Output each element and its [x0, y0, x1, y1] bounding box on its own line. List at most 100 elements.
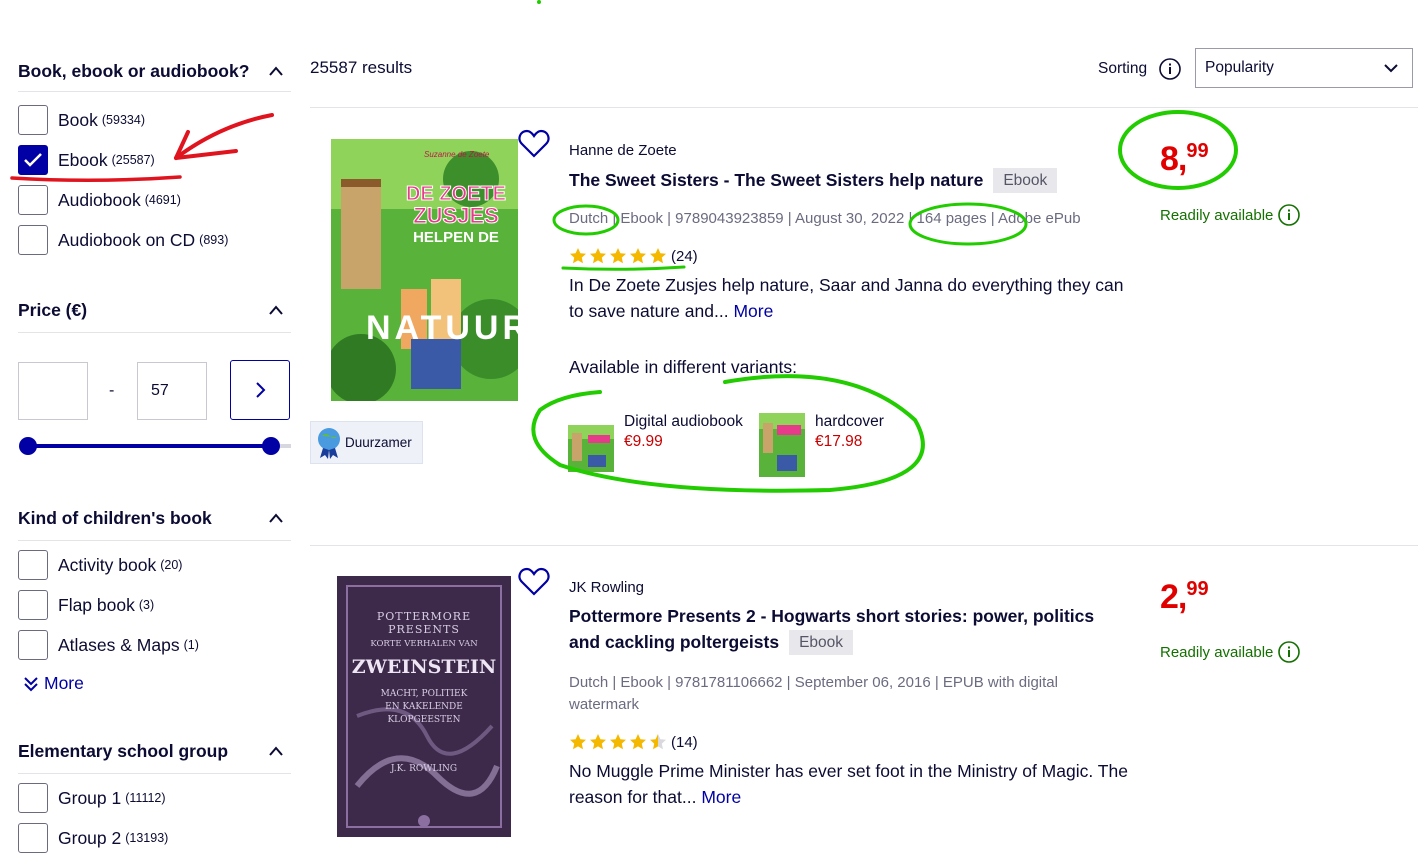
checkbox-checked[interactable]	[18, 145, 48, 175]
filter-option-audiobook-cd[interactable]: Audiobook on CD (893)	[18, 225, 228, 255]
chevron-up-icon[interactable]	[269, 512, 283, 526]
filter-option-ebook[interactable]: Ebook (25587)	[18, 145, 155, 175]
filter-option-activity-book[interactable]: Activity book (20)	[18, 550, 182, 580]
product-author[interactable]: Hanne de Zoete	[569, 142, 677, 159]
price-min-input[interactable]	[18, 362, 88, 420]
option-label: Flap book	[58, 594, 135, 615]
product-meta: Dutch | Ebook | 9789043923859 | August 3…	[569, 210, 1081, 227]
product-title[interactable]: Pottermore Presents 2 - Hogwarts short s…	[569, 603, 1129, 655]
variant-hardcover[interactable]: hardcover €17.98	[759, 413, 884, 477]
results-count: 25587 results	[310, 58, 413, 77]
product-rating: (24)	[569, 247, 698, 265]
variant-price: €9.99	[624, 433, 663, 450]
info-icon[interactable]	[1158, 57, 1182, 81]
description-text: In De Zoete Zusjes help nature, Saar and…	[569, 275, 1124, 321]
chevron-up-icon[interactable]	[269, 65, 283, 79]
kind-more-link[interactable]: More	[22, 673, 84, 694]
price-slider-min-handle[interactable]	[19, 437, 37, 455]
chevron-right-icon	[256, 382, 266, 398]
price-apply-button[interactable]	[230, 360, 290, 420]
product-meta: Dutch | Ebook | 9781781106662 | Septembe…	[569, 674, 1058, 713]
price-slider-track[interactable]	[27, 444, 271, 448]
option-count: (59334)	[101, 113, 145, 127]
more-label: More	[44, 673, 84, 693]
heart-icon[interactable]	[517, 565, 551, 599]
filter-option-group-1[interactable]: Group 1 (11112)	[18, 783, 166, 813]
cover-author-text: Suzanne de Zoete	[424, 150, 490, 159]
star-icon	[570, 248, 586, 264]
option-label: Ebook	[58, 149, 108, 170]
description-more-link[interactable]: More	[701, 787, 741, 807]
variant-name: hardcover	[815, 413, 884, 430]
annotation-arrow	[174, 113, 274, 160]
product-title-text[interactable]: The Sweet Sisters - The Sweet Sisters he…	[569, 170, 983, 190]
star-rating	[569, 247, 669, 265]
facet-format-header[interactable]: Book, ebook or audiobook?	[18, 52, 291, 92]
variant-thumbnail	[568, 425, 614, 472]
checkbox[interactable]	[18, 185, 48, 215]
filter-option-audiobook[interactable]: Audiobook (4691)	[18, 185, 181, 215]
availability-text: Readily available	[1160, 206, 1274, 224]
rating-count: (24)	[671, 247, 698, 265]
format-badge: Ebook	[789, 630, 854, 655]
product-card: Suzanne de Zoete DE ZOETE ZUSJES HELPEN …	[310, 108, 1418, 545]
checkbox[interactable]	[18, 550, 48, 580]
checkbox[interactable]	[18, 590, 48, 620]
filter-option-flap-book[interactable]: Flap book (3)	[18, 590, 154, 620]
annotation-underline	[10, 175, 182, 183]
description-more-link[interactable]: More	[733, 301, 773, 321]
star-icon	[630, 734, 646, 750]
cover-title-big: NATUUR	[366, 309, 518, 347]
variant-digital-audiobook[interactable]: Digital audiobook €9.99	[568, 413, 743, 472]
heart-icon[interactable]	[517, 127, 551, 161]
facet-price-title: Price (€)	[18, 300, 88, 320]
option-count: (893)	[199, 233, 229, 247]
product-cover[interactable]: POTTERMORE PRESENTS KORTE VERHALEN VAN Z…	[337, 576, 511, 837]
checkbox[interactable]	[18, 630, 48, 660]
star-icon	[610, 248, 626, 264]
checkbox[interactable]	[18, 225, 48, 255]
star-icon	[590, 248, 606, 264]
checkbox[interactable]	[18, 823, 48, 853]
star-icon	[650, 734, 666, 750]
format-badge: Ebook	[993, 168, 1058, 193]
facet-price-header[interactable]: Price (€)	[18, 289, 291, 333]
price-main: 8,	[1160, 140, 1187, 178]
filter-option-atlases-maps[interactable]: Atlases & Maps (1)	[18, 630, 199, 660]
checkbox[interactable]	[18, 783, 48, 813]
product-title[interactable]: The Sweet Sisters - The Sweet Sisters he…	[569, 167, 1058, 193]
facet-format-title: Book, ebook or audiobook?	[18, 61, 250, 81]
option-label: Audiobook on CD	[58, 229, 196, 250]
checkbox[interactable]	[18, 105, 48, 135]
eco-badge[interactable]: Duurzamer	[310, 421, 423, 464]
sort-dropdown[interactable]: Popularity	[1195, 48, 1413, 88]
facet-school-title: Elementary school group	[18, 741, 229, 761]
check-icon	[24, 153, 42, 167]
variant-price: €17.98	[815, 433, 863, 450]
option-count: (4691)	[144, 193, 181, 207]
option-label: Group 1	[58, 787, 122, 808]
price-max-input[interactable]: 57	[137, 362, 207, 420]
price-slider-max-handle[interactable]	[262, 437, 280, 455]
info-icon[interactable]	[1277, 640, 1301, 664]
product-cover[interactable]: Suzanne de Zoete DE ZOETE ZUSJES HELPEN …	[331, 139, 518, 401]
star-rating	[569, 733, 669, 751]
chevron-up-icon[interactable]	[269, 304, 283, 318]
price-separator: -	[109, 382, 115, 399]
facet-kind-title: Kind of children's book	[18, 508, 212, 528]
facet-kind-header[interactable]: Kind of children's book	[18, 497, 291, 541]
availability-text: Readily available	[1160, 643, 1274, 661]
filter-option-group-2[interactable]: Group 2 (13193)	[18, 823, 168, 853]
option-label: Group 2	[58, 827, 122, 848]
price-cents: 99	[1186, 578, 1209, 600]
availability: Readily available	[1160, 640, 1301, 664]
price-cents: 99	[1186, 140, 1209, 162]
option-count: (11112)	[125, 791, 166, 805]
product-author[interactable]: JK Rowling	[569, 579, 644, 596]
info-icon[interactable]	[1277, 203, 1301, 227]
chevron-up-icon[interactable]	[269, 745, 283, 759]
filter-option-book[interactable]: Book (59334)	[18, 105, 145, 135]
product-price: 2,99	[1160, 578, 1209, 617]
option-count: (1)	[183, 638, 199, 652]
facet-school-header[interactable]: Elementary school group	[18, 730, 291, 774]
